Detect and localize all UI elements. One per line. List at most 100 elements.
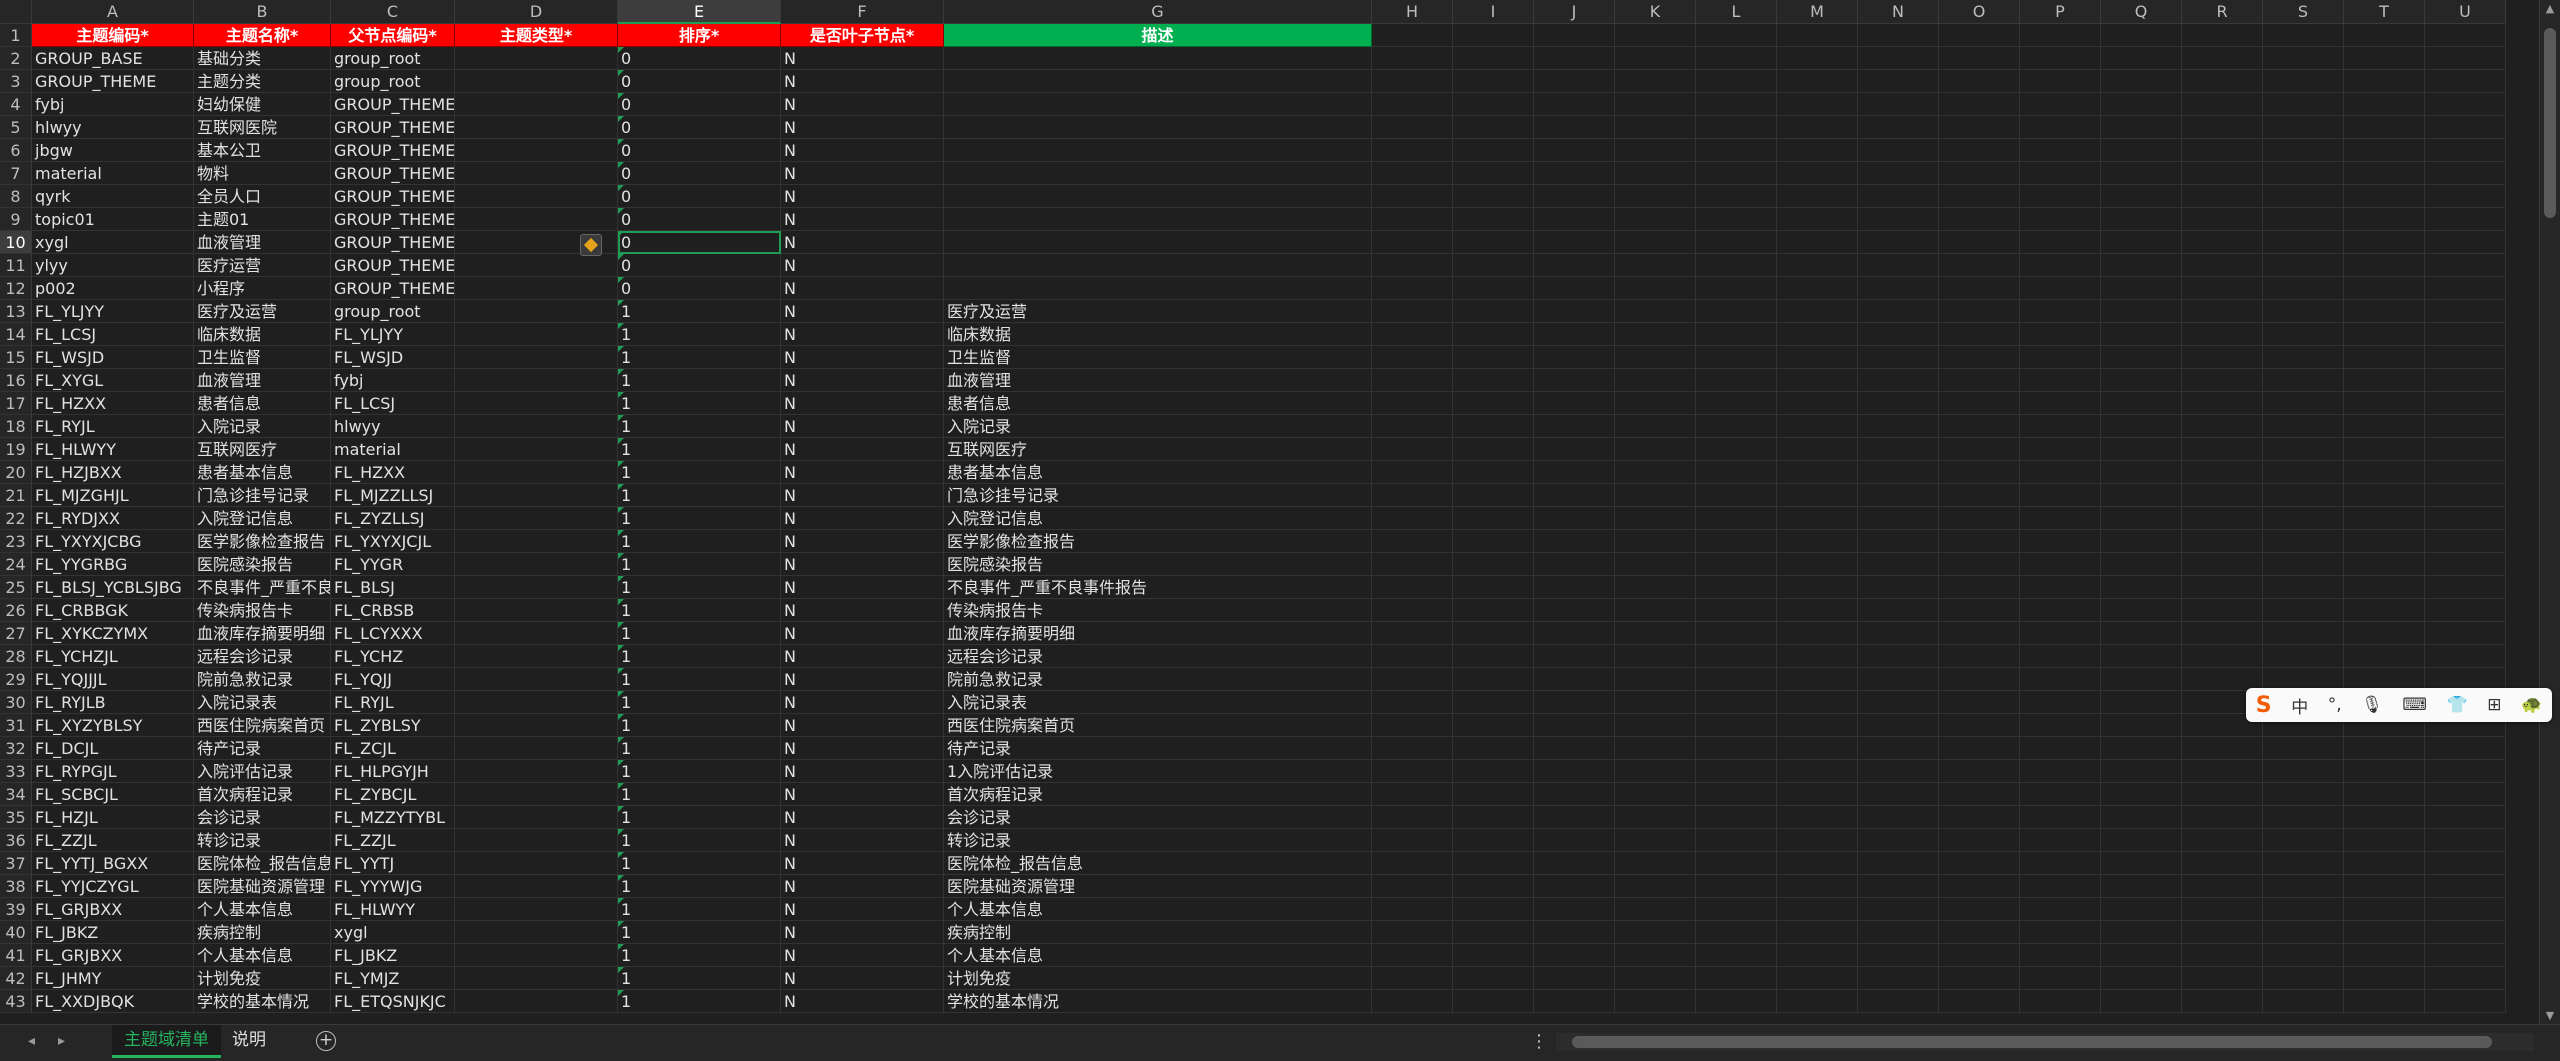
cell[interactable] — [1372, 116, 1453, 139]
cell[interactable]: N — [781, 346, 944, 369]
cell[interactable] — [1777, 990, 1858, 1013]
cell[interactable] — [2263, 162, 2344, 185]
cell[interactable]: FL_JBKZ — [32, 921, 194, 944]
cell[interactable] — [2182, 70, 2263, 93]
cell[interactable]: GROUP_THEME — [331, 254, 455, 277]
cell[interactable] — [1453, 691, 1534, 714]
cell[interactable] — [1615, 737, 1696, 760]
cell[interactable] — [1696, 208, 1777, 231]
cell[interactable] — [1453, 139, 1534, 162]
cell[interactable] — [1453, 300, 1534, 323]
cell[interactable]: 医院感染报告 — [194, 553, 331, 576]
keyboard-icon[interactable]: ⌨ — [2402, 695, 2427, 715]
cell[interactable] — [455, 185, 618, 208]
cell[interactable]: N — [781, 323, 944, 346]
cell[interactable] — [1939, 24, 2020, 47]
cell[interactable]: 患者基本信息 — [944, 461, 1372, 484]
cell[interactable] — [2101, 231, 2182, 254]
cell[interactable] — [2101, 737, 2182, 760]
cell[interactable]: 主题分类 — [194, 70, 331, 93]
cell[interactable] — [1453, 277, 1534, 300]
cell[interactable] — [1453, 967, 1534, 990]
cell[interactable] — [2020, 737, 2101, 760]
cell[interactable] — [2344, 829, 2425, 852]
cell[interactable] — [2020, 415, 2101, 438]
cell[interactable] — [2344, 507, 2425, 530]
cell[interactable]: 互联网医疗 — [194, 438, 331, 461]
cell[interactable]: 1 — [618, 691, 781, 714]
cell[interactable] — [1696, 185, 1777, 208]
cell[interactable] — [1696, 806, 1777, 829]
ime-punct-toggle[interactable]: °, — [2328, 695, 2342, 715]
cell[interactable] — [455, 829, 618, 852]
cell[interactable]: GROUP_THEME — [331, 277, 455, 300]
cell[interactable] — [1615, 944, 1696, 967]
row-number[interactable]: 26 — [0, 599, 32, 622]
cell[interactable] — [2344, 369, 2425, 392]
cell[interactable]: 0 — [618, 47, 781, 70]
row-number[interactable]: 22 — [0, 507, 32, 530]
cell[interactable]: p002 — [32, 277, 194, 300]
cell[interactable] — [1696, 737, 1777, 760]
cell[interactable] — [1777, 300, 1858, 323]
cell[interactable] — [944, 277, 1372, 300]
cell[interactable] — [455, 392, 618, 415]
column-header-p[interactable]: P — [2020, 0, 2101, 24]
cell[interactable] — [2425, 70, 2506, 93]
cell[interactable] — [2101, 185, 2182, 208]
cell[interactable]: 待产记录 — [944, 737, 1372, 760]
cell[interactable] — [1858, 70, 1939, 93]
cell[interactable] — [2263, 93, 2344, 116]
cell[interactable]: N — [781, 852, 944, 875]
cell[interactable]: FL_LCYXXX — [331, 622, 455, 645]
cell[interactable]: FL_CRBBGK — [32, 599, 194, 622]
cell[interactable] — [2263, 254, 2344, 277]
cell[interactable] — [1858, 622, 1939, 645]
cell[interactable] — [1615, 783, 1696, 806]
cell[interactable] — [1534, 691, 1615, 714]
cell[interactable]: hlwyy — [331, 415, 455, 438]
sheet-tab-notes[interactable]: 说明 — [220, 1025, 278, 1055]
cell[interactable]: N — [781, 576, 944, 599]
cell[interactable] — [1858, 990, 1939, 1013]
cell[interactable] — [2020, 530, 2101, 553]
cell[interactable]: 临床数据 — [194, 323, 331, 346]
column-header-h[interactable]: H — [1372, 0, 1453, 24]
cell[interactable] — [1615, 668, 1696, 691]
cell[interactable]: 0 — [618, 208, 781, 231]
cell[interactable] — [2182, 231, 2263, 254]
cell[interactable]: group_root — [331, 300, 455, 323]
cell[interactable] — [2101, 369, 2182, 392]
cell[interactable] — [1372, 622, 1453, 645]
cell[interactable] — [2344, 93, 2425, 116]
cell[interactable] — [1534, 737, 1615, 760]
cell[interactable] — [944, 70, 1372, 93]
cell[interactable] — [944, 116, 1372, 139]
cell[interactable]: 首次病程记录 — [194, 783, 331, 806]
cell[interactable] — [1453, 24, 1534, 47]
cell[interactable] — [1696, 645, 1777, 668]
cell[interactable] — [2101, 116, 2182, 139]
cell[interactable] — [455, 921, 618, 944]
column-header-u[interactable]: U — [2425, 0, 2506, 24]
cell[interactable] — [1858, 139, 1939, 162]
cell[interactable] — [2182, 990, 2263, 1013]
cell[interactable] — [1615, 254, 1696, 277]
cell[interactable] — [1939, 921, 2020, 944]
cell[interactable] — [1939, 829, 2020, 852]
cell[interactable]: FL_YLJYY — [331, 323, 455, 346]
cell[interactable] — [1453, 921, 1534, 944]
row-number[interactable]: 2 — [0, 47, 32, 70]
cell[interactable]: N — [781, 300, 944, 323]
header-cell[interactable]: 描述 — [944, 24, 1372, 47]
cell[interactable] — [455, 967, 618, 990]
cell[interactable] — [455, 139, 618, 162]
cell[interactable] — [1615, 530, 1696, 553]
cell[interactable]: 1 — [618, 599, 781, 622]
cell[interactable] — [1939, 116, 2020, 139]
scroll-up-icon[interactable]: ▲ — [2540, 2, 2560, 15]
cell[interactable] — [2425, 346, 2506, 369]
cell[interactable] — [1615, 277, 1696, 300]
cell[interactable] — [2182, 921, 2263, 944]
cell[interactable] — [1939, 461, 2020, 484]
